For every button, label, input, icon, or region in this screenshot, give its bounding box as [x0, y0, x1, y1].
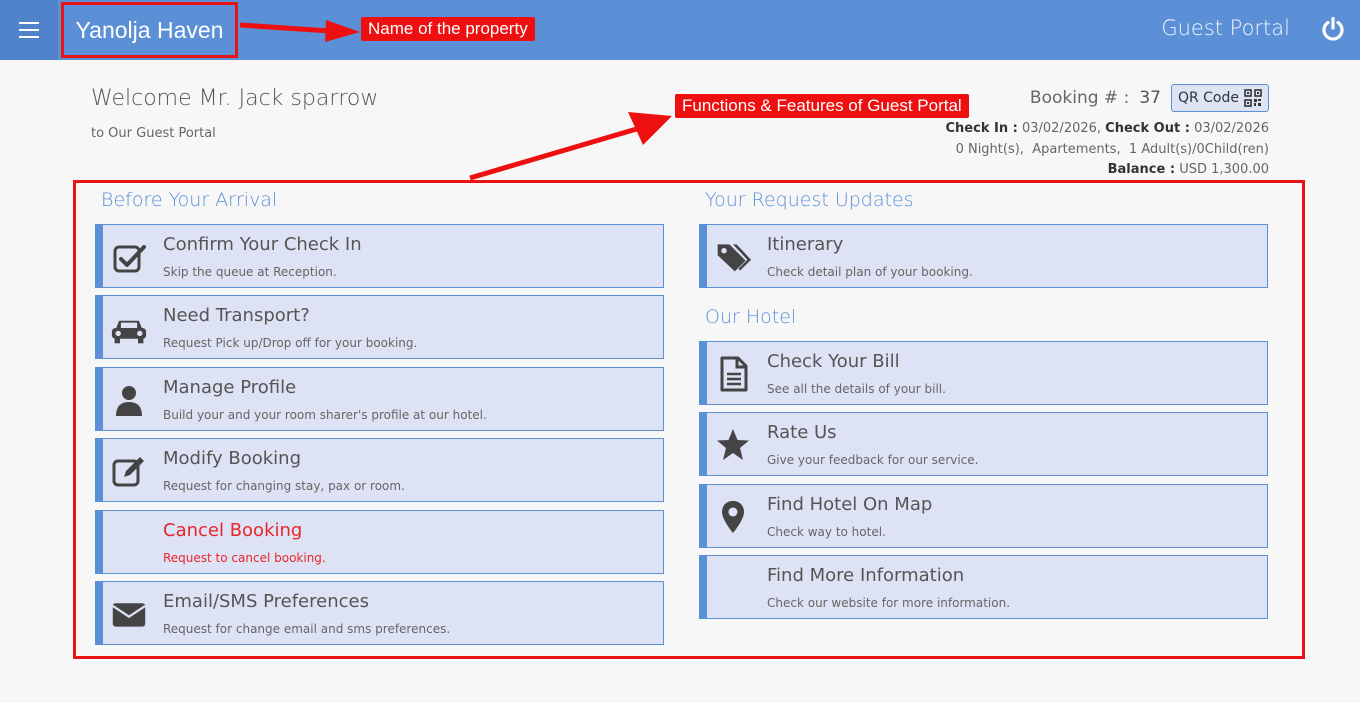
checkin-checkout-line: Check In : 03/02/2026, Check Out : 03/02… — [946, 121, 1269, 136]
card-description: Skip the queue at Reception. — [163, 265, 337, 279]
card-title: Cancel Booking — [163, 520, 303, 541]
card-description: Request for change email and sms prefere… — [163, 622, 451, 636]
card-description: Give your feedback for our service. — [767, 453, 979, 467]
card-description: Request to cancel booking. — [163, 551, 326, 565]
booking-header: Booking # : 37 QR Code — [1030, 84, 1269, 112]
section-request-updates: Your Request Updates — [705, 189, 914, 211]
checkbox-icon — [111, 239, 147, 275]
section-our-hotel: Our Hotel — [705, 306, 797, 328]
portal-title: Guest Portal — [1161, 16, 1290, 40]
balance-line: Balance : USD 1,300.00 — [1108, 162, 1269, 177]
card-modify-booking[interactable]: Modify Booking Request for changing stay… — [95, 438, 664, 502]
map-pin-icon — [715, 499, 751, 535]
envelope-icon — [111, 596, 147, 632]
card-find-more-information[interactable]: Find More Information Check our website … — [699, 555, 1268, 619]
card-itinerary[interactable]: Itinerary Check detail plan of your book… — [699, 224, 1268, 288]
card-title: Manage Profile — [163, 377, 297, 398]
section-before-arrival: Before Your Arrival — [101, 189, 278, 211]
annotation-property-name: Name of the property — [361, 17, 535, 41]
card-title: Confirm Your Check In — [163, 234, 362, 255]
top-bar: Yanolja Haven Guest Portal — [0, 0, 1360, 60]
welcome-subtitle: to Our Guest Portal — [91, 126, 216, 141]
checkout-date: 03/02/2026 — [1194, 121, 1269, 136]
card-description: Request for changing stay, pax or room. — [163, 479, 405, 493]
power-icon[interactable] — [1320, 16, 1346, 42]
car-icon — [111, 310, 147, 346]
card-description: Check our website for more information. — [767, 596, 1011, 610]
card-title: Find More Information — [767, 565, 965, 586]
qr-code-icon — [1244, 89, 1262, 107]
qr-code-button[interactable]: QR Code — [1170, 84, 1269, 112]
edit-icon — [111, 453, 147, 489]
card-cancel-booking[interactable]: Cancel Booking Request to cancel booking… — [95, 510, 664, 574]
menu-hamburger-icon[interactable] — [0, 0, 58, 60]
card-title: Find Hotel On Map — [767, 494, 933, 515]
booking-number: 37 — [1139, 88, 1161, 108]
balance-value: USD 1,300.00 — [1179, 162, 1269, 177]
card-need-transport[interactable]: Need Transport? Request Pick up/Drop off… — [95, 295, 664, 359]
card-check-your-bill[interactable]: Check Your Bill See all the details of y… — [699, 341, 1268, 405]
card-title: Rate Us — [767, 422, 837, 443]
balance-label: Balance : — [1107, 162, 1176, 177]
card-find-hotel-on-map[interactable]: Find Hotel On Map Check way to hotel. — [699, 484, 1268, 548]
card-manage-profile[interactable]: Manage Profile Build your and your room … — [95, 367, 664, 431]
card-confirm-check-in[interactable]: Confirm Your Check In Skip the queue at … — [95, 224, 664, 288]
property-name: Yanolja Haven — [61, 2, 238, 58]
card-description: Check detail plan of your booking. — [767, 265, 973, 279]
card-title: Email/SMS Preferences — [163, 591, 369, 612]
document-icon — [715, 356, 751, 392]
annotation-functions: Functions & Features of Guest Portal — [675, 94, 969, 118]
card-description: Check way to hotel. — [767, 525, 886, 539]
card-description: Build your and your room sharer's profil… — [163, 408, 487, 422]
welcome-greeting: Welcome Mr. Jack sparrow — [91, 86, 379, 111]
star-icon — [715, 427, 751, 463]
qr-code-label: QR Code — [1177, 90, 1239, 106]
card-title: Modify Booking — [163, 448, 301, 469]
user-icon — [111, 382, 147, 418]
card-description: See all the details of your bill. — [767, 382, 946, 396]
card-description: Request Pick up/Drop off for your bookin… — [163, 336, 418, 350]
card-title: Need Transport? — [163, 305, 310, 326]
tags-icon — [715, 239, 751, 275]
stay-summary: 0 Night(s), Apartements, 1 Adult(s)/0Chi… — [955, 142, 1269, 157]
booking-label: Booking # : — [1029, 88, 1130, 108]
card-title: Check Your Bill — [767, 351, 900, 372]
checkin-label: Check In : — [945, 121, 1018, 136]
card-title: Itinerary — [767, 234, 844, 255]
checkin-date: 03/02/2026, — [1021, 121, 1102, 136]
card-rate-us[interactable]: Rate Us Give your feedback for our servi… — [699, 412, 1268, 476]
card-email-sms-preferences[interactable]: Email/SMS Preferences Request for change… — [95, 581, 664, 645]
checkout-label: Check Out : — [1105, 121, 1190, 136]
